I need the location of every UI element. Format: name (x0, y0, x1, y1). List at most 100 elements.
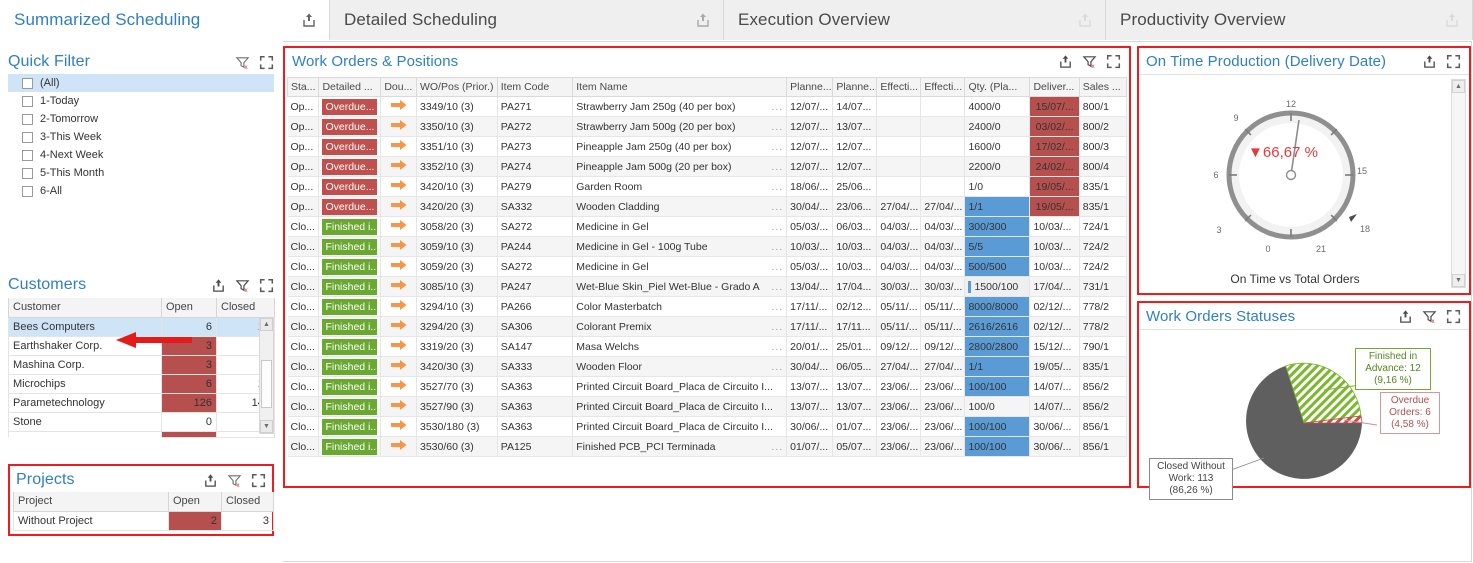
tab-execution-overview[interactable]: Execution Overview (724, 0, 1106, 40)
expand-icon[interactable] (1446, 54, 1461, 69)
arrow-right-icon[interactable] (391, 379, 407, 391)
tab-detailed-scheduling[interactable]: Detailed Scheduling (330, 0, 724, 40)
expand-icon[interactable] (251, 473, 266, 488)
export-icon[interactable] (1422, 54, 1437, 69)
quick-filter-item-this-month[interactable]: 5-This Month (8, 164, 274, 182)
table-row[interactable]: Op...Overdue...3351/10 (3)PA273Pineapple… (288, 137, 1127, 157)
quick-filter-item-tomorrow[interactable]: 2-Tomorrow (8, 110, 274, 128)
table-row[interactable]: Clo...Finished i...3059/20 (3)SA272Medic… (288, 257, 1127, 277)
arrow-right-icon[interactable] (391, 419, 407, 431)
customers-scrollbar[interactable]: ▲ ▼ (259, 317, 274, 434)
arrow-right-icon[interactable] (391, 439, 407, 451)
table-row[interactable]: Op...Overdue...3350/10 (3)PA272Strawberr… (288, 117, 1127, 137)
export-icon[interactable] (1398, 309, 1413, 324)
table-row[interactable]: Clo...Finished i...3530/60 (3)PA125Finis… (288, 437, 1127, 457)
customers-grid[interactable]: Customer Open Closed Bees Computers 6 18… (8, 298, 274, 438)
table-row[interactable]: Clo...Finished i...3085/10 (3)PA247Wet-B… (288, 277, 1127, 297)
export-icon[interactable] (1077, 12, 1093, 28)
quick-filter-item-all-6[interactable]: 6-All (8, 182, 274, 200)
arrow-right-icon[interactable] (391, 259, 407, 271)
export-icon[interactable] (211, 278, 226, 293)
arrow-right-icon[interactable] (391, 239, 407, 251)
arrow-right-icon[interactable] (391, 279, 407, 291)
clear-filter-icon[interactable]: x (1422, 309, 1437, 324)
expand-icon[interactable] (259, 55, 274, 70)
checkbox[interactable] (22, 114, 33, 125)
checkbox[interactable] (22, 186, 33, 197)
arrow-right-icon[interactable] (391, 339, 407, 351)
gauge-scrollbar[interactable]: ▲ ▼ (1451, 79, 1466, 288)
arrow-right-icon[interactable] (391, 199, 407, 211)
checkbox[interactable] (22, 78, 33, 89)
column-header-item-name[interactable]: Item Name (573, 78, 787, 97)
expand-icon[interactable] (1106, 54, 1121, 69)
column-header-wopos[interactable]: WO/Pos (Prior.) (416, 78, 497, 97)
arrow-right-icon[interactable] (391, 399, 407, 411)
clear-filter-icon[interactable]: x (1082, 54, 1097, 69)
column-header-effective-2[interactable]: Effecti... (921, 78, 965, 97)
checkbox[interactable] (22, 132, 33, 143)
table-row[interactable]: Clo...Finished i...3420/30 (3)SA333Woode… (288, 357, 1127, 377)
arrow-right-icon[interactable] (391, 219, 407, 231)
table-row[interactable]: Clo...Finished i...3530/180 (3)SA363Prin… (288, 417, 1127, 437)
clear-filter-icon[interactable]: x (235, 278, 250, 293)
table-row[interactable]: Clo...Finished i...3058/20 (3)SA272Medic… (288, 217, 1127, 237)
expand-icon[interactable] (259, 278, 274, 293)
table-row[interactable]: Clo...Finished i...3294/20 (3)SA306Color… (288, 317, 1127, 337)
column-header-qty[interactable]: Qty. (Pla... (965, 78, 1030, 97)
column-header-closed[interactable]: Closed (222, 492, 274, 511)
table-row[interactable]: Clo...Finished i...3294/10 (3)PA266Color… (288, 297, 1127, 317)
table-row[interactable]: Clo...Finished i...3319/20 (3)SA147Masa … (288, 337, 1127, 357)
table-row[interactable]: Clo...Finished i...3527/70 (3)SA363Print… (288, 377, 1127, 397)
expand-icon[interactable] (1446, 309, 1461, 324)
export-icon[interactable] (695, 12, 711, 28)
column-header-delivery[interactable]: Deliver... (1030, 78, 1079, 97)
table-row[interactable]: Op...Overdue...3352/10 (3)PA274Pineapple… (288, 157, 1127, 177)
table-row[interactable]: Stone 0 2 (9, 412, 275, 431)
column-header-customer[interactable]: Customer (9, 298, 162, 317)
table-row[interactable]: Op...Overdue...3420/10 (3)PA279Garden Ro… (288, 177, 1127, 197)
column-header-status[interactable]: Sta... (288, 78, 319, 97)
checkbox[interactable] (22, 96, 33, 107)
export-icon[interactable] (1058, 54, 1073, 69)
quick-filter-item-all[interactable]: (All) (8, 74, 274, 92)
tab-summarized-scheduling[interactable]: Summarized Scheduling (0, 0, 330, 40)
arrow-right-icon[interactable] (391, 179, 407, 191)
export-icon[interactable] (1444, 12, 1460, 28)
table-row[interactable]: Mashina Corp. 3 9 (9, 355, 275, 374)
column-header-project[interactable]: Project (14, 492, 169, 511)
column-header-double[interactable]: Dou... (381, 78, 417, 97)
clear-filter-icon[interactable]: x (227, 473, 242, 488)
column-header-item-code[interactable]: Item Code (497, 78, 573, 97)
arrow-right-icon[interactable] (391, 99, 407, 111)
checkbox[interactable] (22, 168, 33, 179)
arrow-right-icon[interactable] (391, 139, 407, 151)
arrow-right-icon[interactable] (391, 319, 407, 331)
checkbox[interactable] (22, 150, 33, 161)
scroll-down-icon[interactable]: ▼ (260, 420, 273, 433)
table-row[interactable]: Clo...Finished i...3059/10 (3)PA244Medic… (288, 237, 1127, 257)
table-row[interactable]: Op...Overdue...3349/10 (3)PA271Strawberr… (288, 97, 1127, 117)
column-header-open[interactable]: Open (169, 492, 222, 511)
scroll-up-icon[interactable]: ▲ (1452, 80, 1465, 93)
tab-productivity-overview[interactable]: Productivity Overview (1106, 0, 1473, 40)
column-header-planned-2[interactable]: Planne... (833, 78, 877, 97)
export-icon[interactable] (301, 12, 317, 28)
quick-filter-item-today[interactable]: 1-Today (8, 92, 274, 110)
column-header-open[interactable]: Open (162, 298, 217, 317)
column-header-closed[interactable]: Closed (217, 298, 275, 317)
table-row[interactable]: Microchips 6 14 (9, 374, 275, 393)
scroll-down-icon[interactable]: ▼ (1452, 274, 1465, 287)
table-row[interactable]: Op...Overdue...3420/20 (3)SA332Wooden Cl… (288, 197, 1127, 217)
quick-filter-item-this-week[interactable]: 3-This Week (8, 128, 274, 146)
arrow-right-icon[interactable] (391, 299, 407, 311)
arrow-right-icon[interactable] (391, 119, 407, 131)
table-row[interactable]: Without Project 2 3 (14, 511, 274, 530)
scrollbar-thumb[interactable] (261, 360, 272, 408)
column-header-sales[interactable]: Sales ... (1079, 78, 1126, 97)
export-icon[interactable] (203, 473, 218, 488)
scroll-up-icon[interactable]: ▲ (260, 318, 273, 331)
column-header-detailed[interactable]: Detailed ... (319, 78, 381, 97)
table-row[interactable]: Parametechnology 126 141 (9, 393, 275, 412)
work-orders-grid[interactable]: Sta... Detailed ... Dou... WO/Pos (Prior… (287, 77, 1127, 484)
